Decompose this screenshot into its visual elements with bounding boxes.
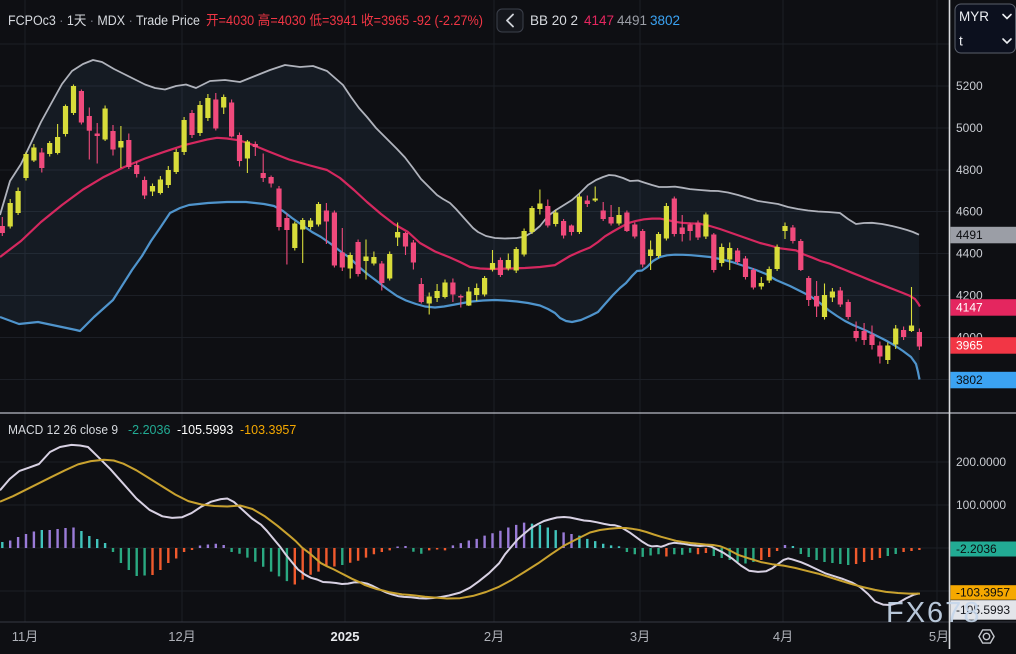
svg-text:-2.2036: -2.2036: [128, 423, 170, 437]
svg-text:4400: 4400: [956, 247, 983, 261]
svg-text:FCPOc3 · 1天 · MDX · Trade Pric: FCPOc3 · 1天 · MDX · Trade Price: [8, 13, 200, 28]
svg-text:开=4030 高=4030 低=3941 收=3965 -9: 开=4030 高=4030 低=3941 收=3965 -92 (-2.27%): [206, 12, 483, 28]
svg-text:5200: 5200: [956, 79, 983, 93]
svg-text:4147: 4147: [584, 13, 614, 28]
svg-text:-103.3957: -103.3957: [240, 423, 296, 437]
svg-text:100.0000: 100.0000: [956, 498, 1006, 512]
svg-text:200.0000: 200.0000: [956, 455, 1006, 469]
svg-text:BB 20 2: BB 20 2: [530, 13, 578, 28]
svg-text:3802: 3802: [650, 13, 680, 28]
svg-text:4147: 4147: [956, 301, 983, 315]
svg-text:12月: 12月: [168, 629, 195, 644]
svg-text:4491: 4491: [617, 13, 647, 28]
svg-text:4600: 4600: [956, 205, 983, 219]
svg-text:FX678: FX678: [886, 597, 981, 629]
svg-text:11月: 11月: [12, 629, 39, 644]
svg-text:5000: 5000: [956, 121, 983, 135]
svg-text:2月: 2月: [484, 629, 504, 644]
svg-text:3965: 3965: [956, 339, 983, 353]
svg-text:3月: 3月: [630, 629, 650, 644]
svg-text:4491: 4491: [956, 228, 983, 242]
svg-text:3802: 3802: [956, 373, 983, 387]
svg-text:MYR: MYR: [959, 9, 989, 24]
svg-text:2025: 2025: [331, 629, 360, 644]
svg-text:-2.2036: -2.2036: [956, 542, 997, 556]
svg-text:5月: 5月: [929, 629, 949, 644]
svg-text:t: t: [959, 34, 963, 49]
svg-text:MACD 12 26 close 9: MACD 12 26 close 9: [8, 423, 118, 437]
svg-text:-105.5993: -105.5993: [177, 423, 233, 437]
svg-text:4800: 4800: [956, 163, 983, 177]
svg-text:4月: 4月: [773, 629, 793, 644]
